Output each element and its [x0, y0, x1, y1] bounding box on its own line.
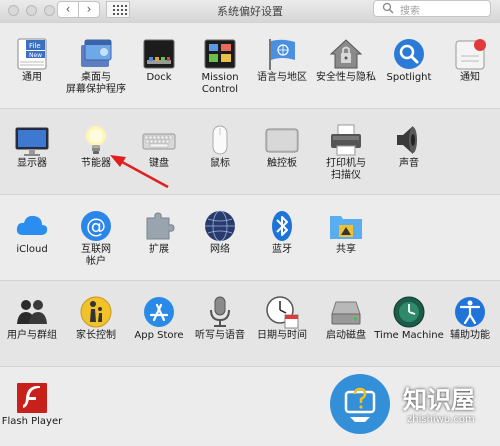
watermark: 知识屋 zhishiwu.com [325, 362, 500, 443]
pref-energy-saver[interactable]: 节能器 [64, 108, 128, 188]
trackpad-icon [265, 128, 299, 153]
pref-network[interactable]: 网络 [188, 194, 252, 274]
display-icon [15, 127, 49, 156]
pref-trackpad[interactable]: 触控板 [250, 108, 314, 188]
svg-text:@: @ [86, 214, 106, 238]
keyboard-icon [142, 133, 176, 150]
clock-calendar-icon [266, 296, 299, 329]
time-machine-icon [393, 296, 425, 328]
notifications-icon [455, 39, 486, 70]
watermark-title: 知识屋 [403, 386, 475, 414]
svg-text:New: New [29, 52, 42, 59]
pref-security-privacy[interactable]: 安全性与隐私 [314, 22, 378, 102]
pref-date-time[interactable]: 日期与时间 [250, 280, 314, 360]
icloud-icon [16, 215, 48, 235]
pref-desktop-screensaver[interactable]: 桌面与 屏幕保护程序 [64, 22, 128, 102]
watermark-url: zhishiwu.com [407, 414, 475, 425]
desktop-screensaver-icon [81, 39, 112, 67]
printer-icon [331, 124, 361, 156]
pref-sharing[interactable]: 共享 [314, 194, 378, 274]
bluetooth-icon [272, 211, 292, 241]
pref-startup-disk[interactable]: 启动磁盘 [314, 280, 378, 360]
users-icon [17, 300, 47, 324]
hard-disk-icon [331, 301, 361, 325]
pref-dictation-speech[interactable]: 听写与语音 [188, 280, 252, 360]
pref-accessibility[interactable]: 辅助功能 [438, 280, 500, 360]
pref-language-region[interactable]: 语言与地区 [250, 22, 314, 102]
speaker-icon [397, 126, 417, 154]
app-store-icon [144, 297, 174, 327]
pref-users-groups[interactable]: 用户与群组 [0, 280, 64, 360]
pref-sound[interactable]: 声音 [377, 108, 441, 188]
pref-icloud[interactable]: iCloud [0, 194, 64, 274]
search-placeholder: 搜索 [400, 6, 420, 17]
pref-flash-player[interactable]: Flash Player [0, 366, 64, 446]
pref-label-2: 扫描仪 [331, 170, 361, 181]
spotlight-icon [394, 39, 424, 69]
sharing-folder-icon [330, 216, 362, 239]
title-bar: ‹ › 系统偏好设置 搜索 [0, 0, 500, 23]
dock-icon [143, 39, 175, 69]
parental-controls-icon [80, 296, 112, 328]
mission-control-icon [204, 39, 236, 69]
mouse-icon [212, 125, 228, 155]
pref-keyboard[interactable]: 键盘 [127, 108, 191, 188]
pref-label: 共享 [336, 244, 356, 255]
microphone-icon [210, 296, 230, 327]
pref-label-2: 帐户 [86, 256, 106, 267]
pref-time-machine[interactable]: Time Machine [374, 280, 444, 360]
search-field[interactable]: 搜索 [373, 0, 491, 17]
pref-displays[interactable]: 显示器 [0, 108, 64, 188]
pref-internet-accounts[interactable]: @ 互联网 帐户 [64, 194, 128, 274]
search-icon [382, 2, 394, 14]
house-lock-icon [329, 39, 363, 69]
pref-label-2: 屏幕保护程序 [66, 84, 126, 95]
pref-spotlight[interactable]: Spotlight [377, 22, 441, 102]
pref-general[interactable]: File New 通用 [0, 22, 64, 102]
accessibility-icon [455, 297, 485, 327]
lightbulb-icon [86, 126, 106, 154]
pref-bluetooth[interactable]: 蓝牙 [250, 194, 314, 274]
pref-mission-control[interactable]: Mission Control [188, 22, 252, 102]
general-icon: File New [17, 38, 47, 70]
pref-printers-scanners[interactable]: 打印机与 扫描仪 [314, 108, 378, 188]
pref-parental-controls[interactable]: 家长控制 [64, 280, 128, 360]
pref-label: 声音 [399, 158, 419, 169]
at-sign-icon: @ [81, 211, 111, 241]
un-flag-icon [269, 39, 295, 70]
pref-extensions[interactable]: 扩展 [127, 194, 191, 274]
pref-label-2: Control [201, 84, 239, 95]
flash-player-icon [17, 383, 47, 413]
pref-label: 辅助功能 [450, 330, 490, 341]
pref-app-store[interactable]: App Store [127, 280, 191, 360]
pref-notifications[interactable]: 通知 [438, 22, 500, 102]
pref-mouse[interactable]: 鼠标 [188, 108, 252, 188]
svg-text:File: File [29, 42, 41, 50]
pref-label: 通知 [460, 72, 480, 83]
puzzle-icon [146, 212, 175, 240]
pref-label: Flash Player [1, 416, 63, 427]
globe-icon [205, 210, 235, 242]
